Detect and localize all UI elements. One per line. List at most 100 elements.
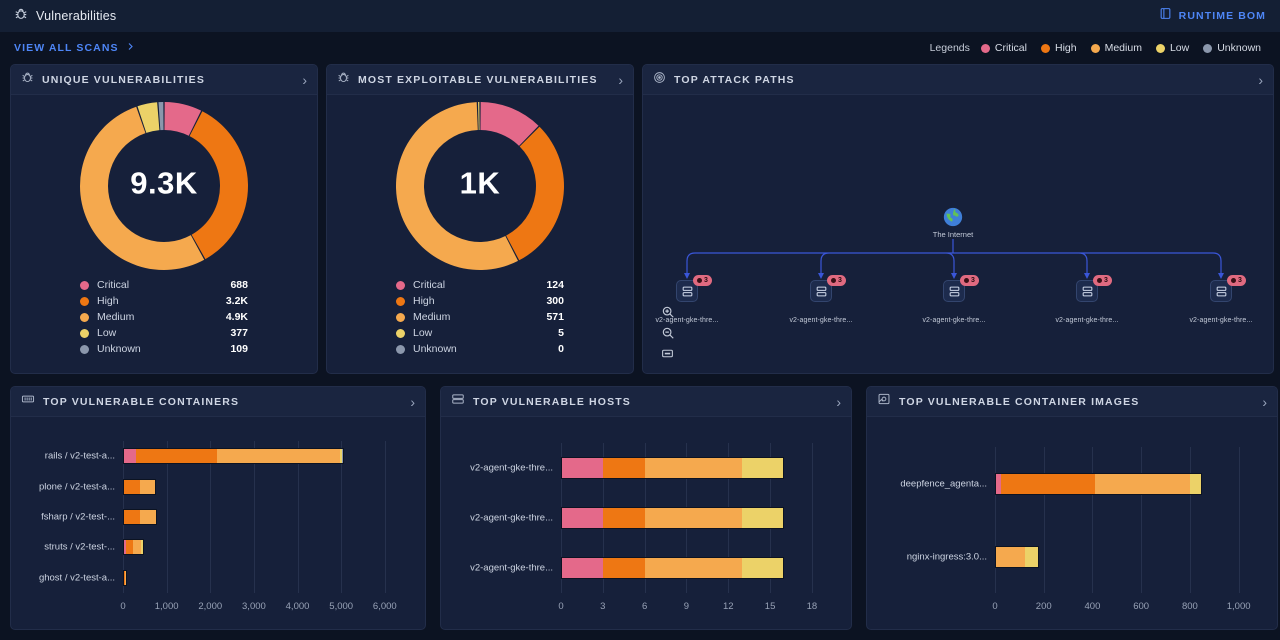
node-vulnerability-badge[interactable]: 3 bbox=[693, 275, 712, 286]
runtime-bom-button[interactable]: RUNTIME BOM bbox=[1159, 7, 1266, 25]
bar-stack[interactable] bbox=[123, 539, 144, 556]
donut-legend-row: Unknown 109 bbox=[80, 343, 248, 355]
legend-label-critical: Critical bbox=[413, 279, 446, 291]
bar-segment-low[interactable] bbox=[1190, 473, 1202, 494]
bar-segment-medium[interactable] bbox=[216, 449, 340, 464]
legend-value-high: 3.2K bbox=[225, 295, 248, 307]
donut-slice-high[interactable] bbox=[189, 111, 249, 260]
chevron-right-icon[interactable]: › bbox=[1262, 395, 1267, 409]
donut-legend-row: Critical 688 bbox=[80, 279, 248, 291]
bar-segment-medium[interactable] bbox=[644, 508, 742, 528]
chevron-right-icon[interactable]: › bbox=[410, 395, 415, 409]
donut-legend-row: High 3.2K bbox=[80, 295, 248, 307]
gridline bbox=[1141, 447, 1143, 593]
legend-label-high: High bbox=[1054, 42, 1077, 54]
card-header-images[interactable]: TOP VULNERABLE CONTAINER IMAGES › bbox=[867, 387, 1277, 417]
bar-segment-low[interactable] bbox=[141, 540, 143, 555]
bar-segment-medium[interactable] bbox=[996, 546, 1026, 567]
globe-icon[interactable] bbox=[942, 206, 964, 228]
bar-stack[interactable] bbox=[561, 457, 785, 479]
bar-stack[interactable] bbox=[561, 557, 785, 579]
card-body-attack-paths[interactable]: The Internet 3 v2-agent-gke-thre... 3 v2-age… bbox=[643, 95, 1273, 373]
bar-segment-medium[interactable] bbox=[139, 479, 156, 494]
bar-segment-medium[interactable] bbox=[132, 540, 142, 555]
bar-segment-unknown[interactable] bbox=[341, 449, 343, 464]
donut-slice-low[interactable] bbox=[478, 102, 480, 131]
bar-stack[interactable] bbox=[123, 569, 128, 586]
bar-stack[interactable] bbox=[995, 472, 1203, 495]
card-header-most-exploitable[interactable]: MOST EXPLOITABLE VULNERABILITIES › bbox=[327, 65, 633, 95]
bar-segment-high[interactable] bbox=[124, 479, 140, 494]
bar-stack[interactable] bbox=[123, 509, 158, 525]
zoom-out-icon[interactable] bbox=[659, 325, 676, 340]
bar-segment-medium[interactable] bbox=[125, 570, 127, 585]
bar-segment-high[interactable] bbox=[603, 558, 645, 578]
donut-legend-row: Medium 4.9K bbox=[80, 311, 248, 323]
bar-segment-high[interactable] bbox=[603, 508, 645, 528]
bar-stack[interactable] bbox=[123, 448, 344, 465]
bar-segment-high[interactable] bbox=[135, 449, 217, 464]
legend-label-medium: Medium bbox=[97, 311, 135, 323]
chevron-right-icon[interactable]: › bbox=[1258, 73, 1263, 87]
legend-label-low: Low bbox=[413, 327, 433, 339]
fit-view-icon[interactable] bbox=[659, 346, 676, 361]
node-vulnerability-badge[interactable]: 3 bbox=[1227, 275, 1246, 286]
legend-dot-low bbox=[80, 328, 89, 338]
node-vulnerability-badge[interactable]: 3 bbox=[827, 275, 846, 286]
chevron-right-icon[interactable]: › bbox=[302, 73, 307, 87]
attack-path-graph[interactable]: The Internet 3 v2-agent-gke-thre... 3 v2-age… bbox=[643, 95, 1273, 373]
bar-segment-medium[interactable] bbox=[644, 458, 742, 478]
vulnerabilities-dashboard: Vulnerabilities RUNTIME BOM VIEW ALL SCA… bbox=[0, 0, 1280, 640]
legend-label-medium: Medium bbox=[413, 311, 451, 323]
card-header-containers[interactable]: TOP VULNERABLE CONTAINERS › bbox=[11, 387, 425, 417]
legend-item-medium[interactable]: Medium bbox=[1090, 42, 1142, 54]
node-vulnerability-badge[interactable]: 3 bbox=[960, 275, 979, 286]
bar-segment-low[interactable] bbox=[741, 508, 783, 528]
chevron-right-icon[interactable]: › bbox=[618, 73, 623, 87]
donut-legend-row: High 300 bbox=[396, 295, 564, 307]
y-axis-category-label: plone / v2-test-a... bbox=[38, 481, 115, 493]
bar-segment-critical[interactable] bbox=[124, 449, 136, 464]
bar-stack[interactable] bbox=[995, 545, 1039, 568]
chevron-right-icon[interactable]: › bbox=[836, 395, 841, 409]
legend-label-unknown: Unknown bbox=[97, 343, 141, 355]
legend-item-low[interactable]: Low bbox=[1155, 42, 1189, 54]
bug-icon bbox=[337, 71, 350, 89]
graph-zoom-controls[interactable] bbox=[659, 304, 676, 361]
attack-path-node-label: v2-agent-gke-thre... bbox=[1189, 317, 1253, 324]
zoom-in-icon[interactable] bbox=[659, 304, 676, 319]
node-vulnerability-badge[interactable]: 3 bbox=[1093, 275, 1112, 286]
toolbar: VIEW ALL SCANS Legends Critical High Med… bbox=[0, 32, 1280, 64]
legend-item-high[interactable]: High bbox=[1040, 42, 1077, 54]
donut-slice-high[interactable] bbox=[506, 126, 564, 261]
badge-count: 3 bbox=[704, 277, 708, 284]
view-all-scans-link[interactable]: VIEW ALL SCANS bbox=[14, 41, 135, 55]
donut-slice-unknown[interactable] bbox=[158, 102, 164, 131]
card-header-hosts[interactable]: TOP VULNERABLE HOSTS › bbox=[441, 387, 851, 417]
bar-segment-low[interactable] bbox=[741, 458, 783, 478]
donut-legend-exploitable: Critical 124 High 300 Medium 571 Low 5 Unknown 0 bbox=[327, 271, 633, 355]
card-header-attack-paths[interactable]: TOP ATTACK PATHS › bbox=[643, 65, 1273, 95]
card-header-unique-vulnerabilities[interactable]: UNIQUE VULNERABILITIES › bbox=[11, 65, 317, 95]
bar-stack[interactable] bbox=[123, 478, 157, 495]
bar-segment-high[interactable] bbox=[603, 458, 645, 478]
legend-value-critical: 124 bbox=[546, 279, 564, 291]
bar-segment-low[interactable] bbox=[741, 558, 783, 578]
bar-segment-medium[interactable] bbox=[139, 510, 157, 524]
bar-segment-low[interactable] bbox=[1025, 546, 1038, 567]
bar-segment-medium[interactable] bbox=[644, 558, 742, 578]
bar-segment-high[interactable] bbox=[124, 510, 140, 524]
x-axis-tick-label: 5,000 bbox=[329, 601, 354, 612]
bar-segment-critical[interactable] bbox=[562, 458, 604, 478]
bar-segment-critical[interactable] bbox=[562, 508, 604, 528]
legend-dot-critical bbox=[396, 280, 405, 290]
card-title: TOP ATTACK PATHS bbox=[674, 73, 795, 86]
bar-segment-critical[interactable] bbox=[562, 558, 604, 578]
bar-segment-medium[interactable] bbox=[1095, 473, 1191, 494]
bar-stack[interactable] bbox=[561, 507, 785, 529]
legend-item-critical[interactable]: Critical bbox=[980, 42, 1027, 54]
legend-item-unknown[interactable]: Unknown bbox=[1203, 42, 1261, 54]
bar-chart-images: 0 200 400 600 800 1,000 deepfence_agenta... ngi… bbox=[867, 417, 1277, 629]
legend-value-unknown: 0 bbox=[558, 343, 564, 355]
bar-segment-high[interactable] bbox=[1001, 473, 1096, 494]
